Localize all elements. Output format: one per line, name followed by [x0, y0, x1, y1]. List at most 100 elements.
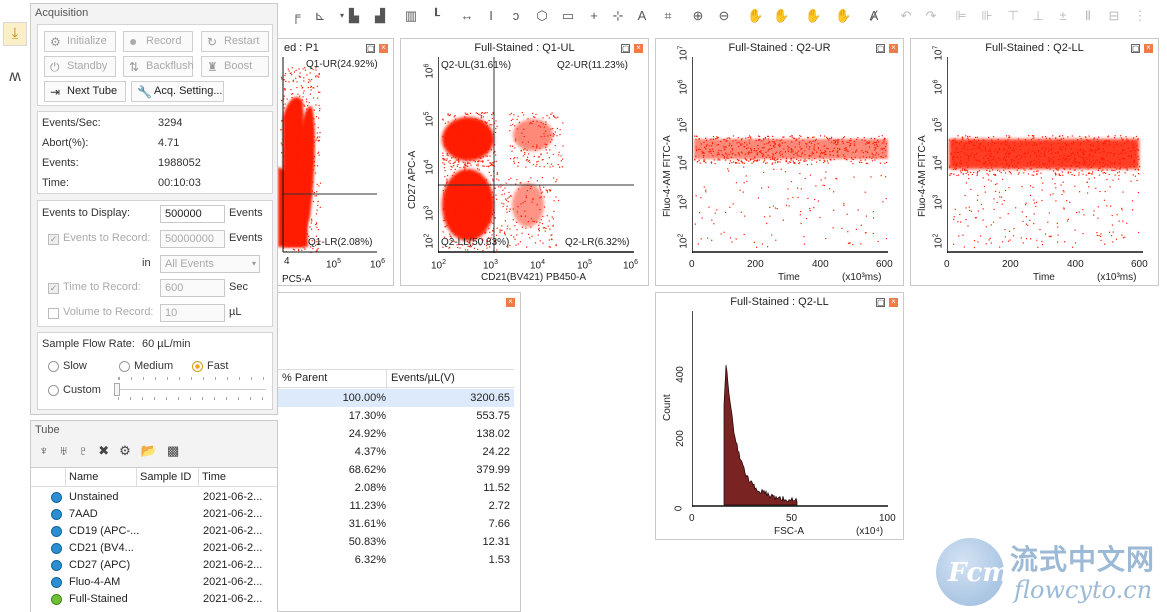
backflush-button[interactable]: ⇅ Backflush	[123, 56, 194, 77]
stats-row[interactable]: 11.23% 2.72	[278, 497, 514, 515]
lasso-gate-icon[interactable]: ↄ	[508, 8, 524, 24]
events-to-display-input[interactable]: 500000	[160, 205, 225, 223]
rectangle-gate-icon[interactable]: ▭	[560, 8, 576, 24]
distribute-h-icon[interactable]: Ⅱ	[1080, 8, 1096, 24]
text-icon[interactable]: A	[634, 8, 650, 24]
stats-row[interactable]: 2.08% 11.52	[278, 479, 514, 497]
more-icon[interactable]: ⋮	[1132, 8, 1148, 24]
stats-row[interactable]: 68.62% 379.99	[278, 461, 514, 479]
radio-medium[interactable]	[119, 361, 130, 372]
col-time[interactable]: Time	[202, 471, 226, 483]
align-bottom-icon[interactable]: ⊥	[1030, 8, 1046, 24]
pan-x-icon[interactable]: ✋	[773, 8, 789, 24]
flow-slider-handle[interactable]	[114, 383, 120, 396]
close-icon[interactable]: ×	[1144, 44, 1153, 53]
volume-to-record-checkbox[interactable]	[48, 308, 59, 319]
volume-to-record-input[interactable]: 10	[160, 304, 225, 322]
tube-row[interactable]: CD19 (APC-... 2021-06-2...	[31, 523, 277, 540]
stats-row[interactable]: 100.00% 3200.65	[278, 389, 514, 407]
maximize-icon[interactable]: ▢	[876, 44, 885, 53]
events-to-record-checkbox[interactable]: ✓	[48, 234, 59, 245]
stats-row[interactable]: 17.30% 553.75	[278, 407, 514, 425]
axis-icon[interactable]: ╒	[288, 8, 304, 24]
align-top-icon[interactable]: ⊤	[1005, 8, 1021, 24]
align-left-icon[interactable]: ⊫	[953, 8, 969, 24]
pan-y-icon[interactable]: ✋	[805, 8, 821, 24]
histogram-icon[interactable]: ▙	[346, 8, 362, 24]
tube-settings-icon[interactable]: ⚙	[119, 443, 141, 458]
distribute-v-icon[interactable]: ⊟	[1106, 8, 1122, 24]
range-gate-icon[interactable]: ↔	[459, 8, 475, 24]
close-icon[interactable]: ×	[506, 298, 515, 307]
scatter-plot-icon[interactable]: ⊾	[312, 8, 328, 24]
strike-icon[interactable]: Ⱥ	[866, 8, 882, 24]
stats-window[interactable]: × % Parent Events/µL(V) 100.00% 3200.65 17…	[278, 292, 521, 612]
pan-all-icon[interactable]: ✋	[835, 8, 851, 24]
tube-row[interactable]: Full-Stained 2021-06-2...	[31, 591, 277, 608]
hierarchy-icon[interactable]: ┖	[428, 8, 444, 24]
cross-gate-icon[interactable]: ⊹	[610, 8, 626, 24]
standby-button[interactable]: ⏻ Standby	[44, 56, 116, 77]
plot-window-p1[interactable]: ed : P1 ▢ × Q1-UR(24.92%) Q1-LR(2.08%) P…	[278, 38, 394, 286]
col-sample[interactable]: Sample ID	[140, 471, 191, 483]
next-tube-button[interactable]: ⇥ Next Tube	[44, 81, 126, 102]
col-name[interactable]: Name	[69, 471, 98, 483]
radio-custom[interactable]	[48, 385, 59, 396]
pan-icon[interactable]: ✋	[747, 8, 763, 24]
stats-row[interactable]: 4.37% 24.22	[278, 443, 514, 461]
download-icon[interactable]: ⤓	[3, 22, 27, 46]
col-events[interactable]: Events/µL(V)	[391, 372, 455, 384]
tube-row[interactable]: Unstained 2021-06-2...	[31, 489, 277, 506]
align-right-icon[interactable]: ⊪	[979, 8, 995, 24]
restart-button[interactable]: ↻ Restart	[201, 31, 269, 52]
time-to-record-checkbox[interactable]: ✓	[48, 283, 59, 294]
stats-row[interactable]: 50.83% 12.31	[278, 533, 514, 551]
overlay-histogram-icon[interactable]: ▟	[372, 8, 388, 24]
align-middle-icon[interactable]: ±	[1055, 8, 1071, 24]
annotation-icon[interactable]: ⌗	[660, 8, 676, 24]
plot-window-q2ur[interactable]: Full-Stained : Q2-UR ▢ × Fluo-4-AM FITC-…	[655, 38, 904, 286]
duplicate-tube-icon[interactable]: ♅	[59, 443, 79, 458]
stats-row[interactable]: 6.32% 1.53	[278, 551, 514, 569]
tube-chart-icon[interactable]: ▩	[167, 443, 189, 458]
undo-icon[interactable]: ↶	[898, 8, 914, 24]
delete-tube-icon[interactable]: ✖	[98, 443, 119, 458]
maximize-icon[interactable]: ▢	[876, 298, 885, 307]
remove-tube-icon[interactable]: ♇	[79, 443, 99, 458]
events-source-select[interactable]: All Events ▾	[160, 255, 260, 273]
record-button[interactable]: ● Record	[123, 31, 193, 52]
plot-window-q2ll[interactable]: Full-Stained : Q2-LL ▢ × Fluo-4-AM FITC-…	[910, 38, 1159, 286]
maximize-icon[interactable]: ▢	[1131, 44, 1140, 53]
radio-slow[interactable]	[48, 361, 59, 372]
close-icon[interactable]: ×	[379, 44, 388, 53]
tube-row[interactable]: CD21 (BV4... 2021-06-2...	[31, 540, 277, 557]
close-icon[interactable]: ×	[889, 298, 898, 307]
tube-row[interactable]: CD27 (APC) 2021-06-2...	[31, 557, 277, 574]
bar-chart-icon[interactable]: ▥	[403, 8, 419, 24]
close-icon[interactable]: ×	[889, 44, 898, 53]
stats-row[interactable]: 24.92% 138.02	[278, 425, 514, 443]
boost-button[interactable]: ♜ Boost	[201, 56, 269, 77]
line-gate-icon[interactable]: I	[483, 8, 499, 24]
folder-icon[interactable]: 📂	[141, 443, 167, 458]
plot-icon[interactable]: ʍ	[3, 66, 27, 90]
quadrant-gate-icon[interactable]: +	[586, 8, 602, 24]
zoom-out-icon[interactable]: ⊖	[716, 8, 732, 24]
redo-icon[interactable]: ↷	[923, 8, 939, 24]
zoom-in-icon[interactable]: ⊕	[690, 8, 706, 24]
polygon-gate-icon[interactable]: ⬡	[534, 8, 550, 24]
tube-row[interactable]: 7AAD 2021-06-2...	[31, 506, 277, 523]
plot-window-q1ul[interactable]: Full-Stained : Q1-UL ▢ × Q2-UL(31.61%) Q…	[400, 38, 649, 286]
stats-row[interactable]: 31.61% 7.66	[278, 515, 514, 533]
initialize-button[interactable]: ⚙ Initialize	[44, 31, 116, 52]
close-icon[interactable]: ×	[634, 44, 643, 53]
maximize-icon[interactable]: ▢	[366, 44, 375, 53]
plot-window-histogram[interactable]: Full-Stained : Q2-LL ▢ × Count FSC-A (x1…	[655, 292, 904, 540]
flow-slider-track[interactable]	[116, 389, 266, 390]
add-tube-icon[interactable]: ♆	[39, 443, 59, 458]
events-to-record-input[interactable]: 50000000	[160, 230, 225, 248]
radio-fast[interactable]	[192, 361, 203, 372]
col-parent[interactable]: % Parent	[282, 372, 327, 384]
maximize-icon[interactable]: ▢	[621, 44, 630, 53]
acq-setting-button[interactable]: 🔧 Acq. Setting...	[131, 81, 224, 102]
